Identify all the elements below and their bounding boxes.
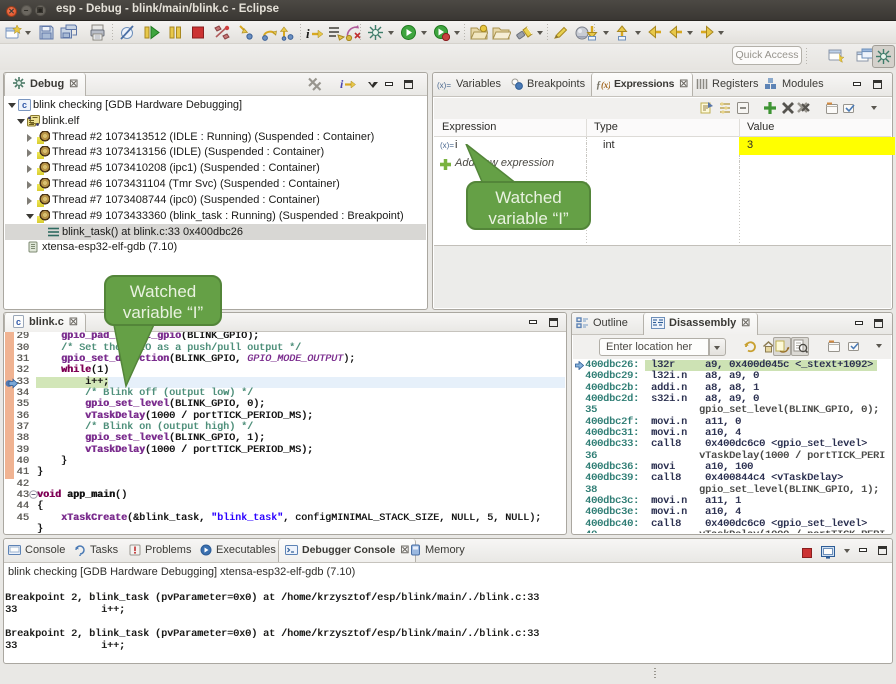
svg-text:(x)=: (x)= (437, 81, 451, 90)
svg-text:(x)=: (x)= (440, 141, 454, 150)
svg-text:c: c (16, 317, 21, 327)
svg-text:c: c (22, 100, 27, 110)
svg-text:i: i (340, 77, 344, 91)
svg-text:i: i (306, 26, 310, 41)
svg-text:(x): (x) (601, 80, 610, 90)
